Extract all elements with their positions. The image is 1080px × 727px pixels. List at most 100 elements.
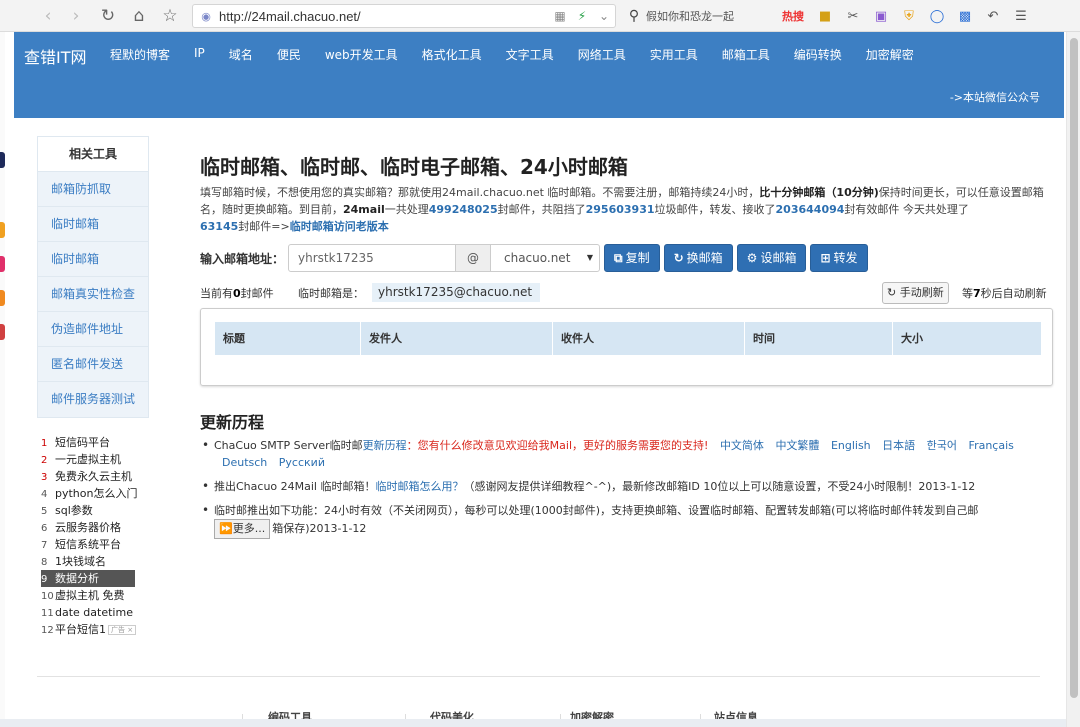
ad-item[interactable]: 7 短信系统平台 (41, 536, 161, 553)
ad-item[interactable]: 10虚拟主机 免费 (41, 587, 161, 604)
undo-icon[interactable]: ↶ (980, 5, 1006, 27)
url-text[interactable]: http://24mail.chacuo.net/ (219, 9, 549, 24)
nav-item[interactable]: 实用工具 (650, 46, 698, 63)
site-logo[interactable]: 查错IT网 (24, 44, 87, 68)
ad-item[interactable]: 9 数据分析 (41, 570, 135, 587)
how-to-use-link[interactable]: 临时邮箱怎么用？ (375, 480, 463, 493)
nav-item[interactable]: 程默的博客 (110, 46, 170, 63)
update-item: ChaCuo SMTP Server临时邮更新历程：您有什么修改意见欢迎给我Ma… (202, 437, 1052, 471)
sidebar-item[interactable]: 邮箱真实性检查 (38, 277, 148, 312)
current-address[interactable]: yhrstk17235@chacuo.net (372, 283, 540, 302)
nav-item[interactable]: 编码转换 (794, 46, 842, 63)
lang-link[interactable]: Русский (279, 456, 325, 469)
lang-link[interactable]: 日本語 (882, 439, 915, 452)
site-info-icon[interactable]: ◉ (193, 10, 219, 23)
copy-icon: ⧉ (614, 251, 623, 265)
nav-item[interactable]: 格式化工具 (422, 46, 482, 63)
email-input-row: 输入邮箱地址： yhrstk17235 @ chacuo.net ▼ ⧉ 复制 ↻… (200, 244, 868, 272)
extension-icon[interactable]: ■ (812, 5, 838, 27)
ad-item[interactable]: 4 python怎么入门 (41, 485, 161, 502)
lang-link[interactable]: English (831, 439, 871, 452)
blocked-count: 295603931 (585, 203, 655, 216)
nav-item[interactable]: 邮箱工具 (722, 46, 770, 63)
sidebar-item[interactable]: 临时邮箱 (38, 207, 148, 242)
updates-title: 更新历程 (200, 413, 265, 432)
ad-item[interactable]: 12平台短信1 广告 × (41, 621, 161, 638)
more-button[interactable]: ⏩更多... (214, 519, 271, 539)
lang-link[interactable]: 中文繁體 (775, 439, 819, 452)
left-window-strip (0, 32, 5, 727)
update-history-link[interactable]: 更新历程 (363, 439, 407, 452)
wechat-link[interactable]: ->本站微信公众号 (950, 89, 1040, 105)
forward-icon[interactable]: › (62, 2, 90, 30)
ad-item[interactable]: 3 免费永久云主机 (41, 468, 161, 485)
nav-item[interactable]: IP (194, 46, 205, 63)
address-bar[interactable]: ◉ http://24mail.chacuo.net/ ▦ ⚡ ⌄ (192, 4, 616, 28)
received-count: 203644094 (775, 203, 845, 216)
lang-link[interactable]: 中文简体 (720, 439, 764, 452)
nav-item[interactable]: 网络工具 (578, 46, 626, 63)
forward-button[interactable]: ⊞ 转发 (810, 244, 868, 272)
home-icon[interactable]: ⌂ (125, 2, 153, 30)
strip-app-icon (0, 152, 5, 168)
scissors-icon[interactable]: ✂ (840, 5, 866, 27)
ad-item[interactable]: 11date datetime (41, 604, 161, 621)
email-name-input[interactable]: yhrstk17235 (288, 244, 456, 272)
updates-list: ChaCuo SMTP Server临时邮更新历程：您有什么修改意见欢迎给我Ma… (202, 437, 1052, 546)
ad-item[interactable]: 2 一元虚拟主机 (41, 451, 161, 468)
nav-item[interactable]: 域名 (229, 46, 253, 63)
ad-item[interactable]: 6 云服务器价格 (41, 519, 161, 536)
reload-icon[interactable]: ↻ (94, 2, 122, 30)
scrollbar-thumb[interactable] (1070, 38, 1078, 698)
lang-link[interactable]: 한국어 (927, 439, 957, 452)
change-mailbox-button[interactable]: ↻ 换邮箱 (663, 244, 733, 272)
page-scrollbar[interactable] (1066, 32, 1080, 727)
ad-item[interactable]: 8 1块钱域名 (41, 553, 161, 570)
related-tools-sidebar: 相关工具 邮箱防抓取 临时邮箱 临时邮箱 邮箱真实性检查 伪造邮件地址 匿名邮件… (37, 136, 149, 418)
apps-icon[interactable]: ▩ (952, 5, 978, 27)
reader-mode-icon[interactable]: ▦ (549, 9, 571, 23)
lang-link[interactable]: Deutsch (222, 456, 267, 469)
sidebar-item[interactable]: 伪造邮件地址 (38, 312, 148, 347)
ad-item[interactable]: 5 sql参数 (41, 502, 161, 519)
set-mailbox-button[interactable]: ⚙ 设邮箱 (736, 244, 807, 272)
column-header: 大小 (901, 332, 923, 345)
sidebar-item[interactable]: 邮箱防抓取 (38, 172, 148, 207)
toolbar-extensions: ■ ✂ ▣ ⛨ ◯ ▩ ↶ ☰ (812, 4, 1034, 28)
translate-icon[interactable]: ▣ (868, 5, 894, 27)
nav-item[interactable]: web开发工具 (325, 46, 398, 63)
speed-mode-icon[interactable]: ⚡ (571, 9, 593, 23)
ad-close-button[interactable]: 广告 × (108, 625, 137, 635)
address-dropdown-icon[interactable]: ⌄ (593, 9, 615, 23)
intro-text: 填写邮箱时候，不想使用您的真实邮箱？那就使用24mail.chacuo.net … (200, 186, 1044, 233)
shield-icon[interactable]: ⛨ (896, 5, 922, 27)
update-item: 推出Chacuo 24Mail 临时邮箱！临时邮箱怎么用？（感谢网友提供详细教程… (202, 478, 1052, 495)
magnifier-icon[interactable]: ◯ (924, 5, 950, 27)
domain-select[interactable]: chacuo.net ▼ (490, 244, 600, 272)
processed-count: 499248025 (428, 203, 498, 216)
gear-icon: ⚙ (746, 251, 758, 265)
sidebar-item[interactable]: 匿名邮件发送 (38, 347, 148, 382)
site-nav: 程默的博客 IP 域名 便民 web开发工具 格式化工具 文字工具 网络工具 实… (110, 46, 938, 63)
bookmark-star-icon[interactable]: ☆ (156, 2, 184, 30)
menu-icon[interactable]: ☰ (1008, 5, 1034, 27)
browser-search-box[interactable]: ⚲ 假如你和恐龙一起 热搜 (622, 4, 804, 28)
footer-divider (37, 676, 1040, 677)
copy-button[interactable]: ⧉ 复制 (604, 244, 660, 272)
old-version-link[interactable]: 临时邮箱访问老版本 (290, 220, 389, 233)
sidebar-item[interactable]: 临时邮箱 (38, 242, 148, 277)
column-header: 标题 (215, 322, 361, 355)
lang-link[interactable]: Français (969, 439, 1014, 452)
strip-app-icon (0, 324, 5, 340)
sidebar-item[interactable]: 邮件服务器测试 (38, 382, 148, 417)
hot-search-label[interactable]: 热搜 (782, 8, 804, 24)
manual-refresh-button[interactable]: ↻ 手动刷新 (882, 282, 949, 304)
strip-app-icon (0, 290, 5, 306)
search-suggestion[interactable]: 假如你和恐龙一起 (646, 8, 778, 24)
nav-item[interactable]: 加密解密 (866, 46, 914, 63)
sidebar-title: 相关工具 (38, 137, 148, 172)
ad-item[interactable]: 1 短信码平台 (41, 434, 161, 451)
nav-item[interactable]: 文字工具 (506, 46, 554, 63)
back-icon[interactable]: ‹ (34, 2, 62, 30)
nav-item[interactable]: 便民 (277, 46, 301, 63)
